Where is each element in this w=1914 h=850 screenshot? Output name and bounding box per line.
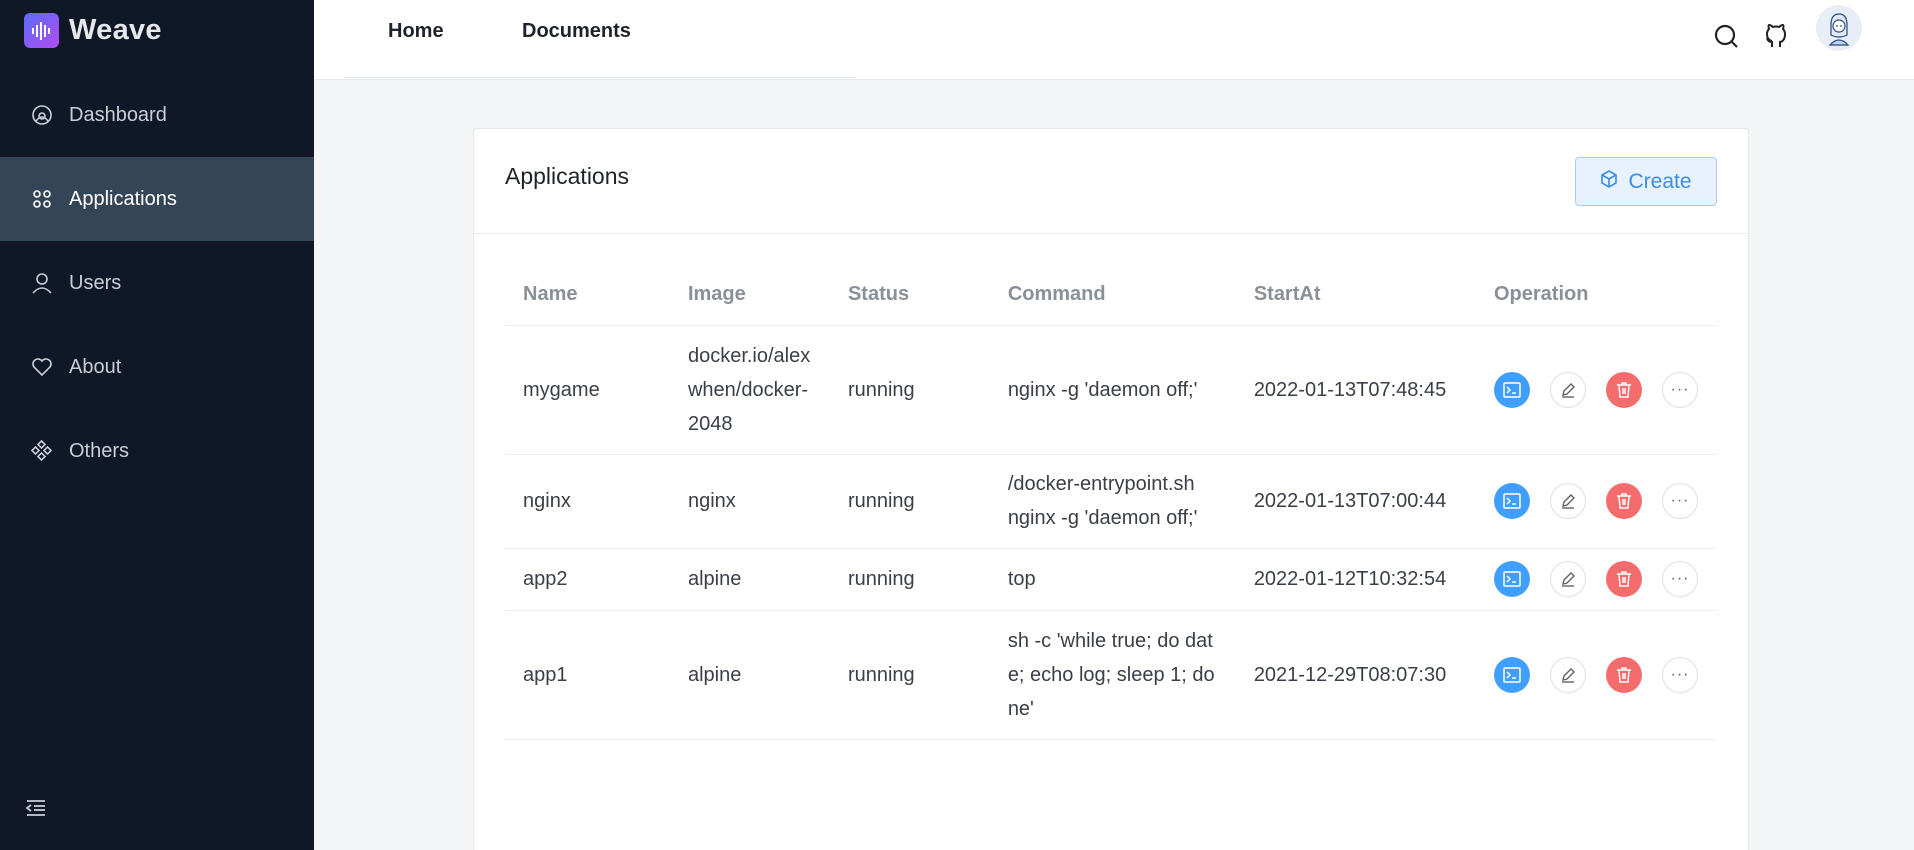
terminal-button[interactable] — [1493, 371, 1530, 408]
top-bar: Home Documents — [314, 0, 1914, 80]
brand-name: Weave — [69, 14, 162, 46]
cell-command-text: sh -c 'while true; do date; echo log; sl… — [1007, 629, 1215, 720]
github-icon[interactable] — [1762, 22, 1790, 50]
cell-image: docker.io/alexwhen/docker-2048 — [669, 325, 830, 455]
cell-name: nginx — [505, 454, 670, 549]
cube-icon — [1600, 169, 1618, 194]
edit-button[interactable] — [1549, 483, 1586, 519]
terminal-button[interactable] — [1493, 561, 1530, 597]
cell-command: /docker-entrypoint.sh nginx -g 'daemon o… — [989, 454, 1236, 549]
cell-command-text: /docker-entrypoint.sh nginx -g 'daemon o… — [1007, 473, 1198, 529]
create-button-label: Create — [1628, 169, 1692, 193]
weave-logo-icon — [24, 13, 59, 48]
sidebar-item-users[interactable]: Users — [0, 241, 314, 325]
heart-icon — [31, 356, 53, 378]
cell-image: nginx — [669, 454, 830, 549]
terminal-button[interactable] — [1493, 656, 1530, 693]
terminal-button[interactable] — [1493, 483, 1530, 519]
cell-operations: ··· — [1475, 325, 1717, 455]
cell-start-at: 2022-01-13T07:48:45 — [1235, 325, 1476, 455]
cell-start-at: 2022-01-13T07:00:44 — [1235, 454, 1476, 549]
column-header-command[interactable]: Command — [989, 265, 1236, 326]
cell-start-at: 2022-01-12T10:32:54 — [1235, 548, 1476, 611]
create-button[interactable]: Create — [1575, 157, 1717, 206]
sidebar: Weave Dashboard Applications Users About… — [0, 0, 314, 850]
avatar[interactable] — [1816, 5, 1862, 51]
cell-operations: ··· — [1475, 548, 1717, 611]
edit-button[interactable] — [1549, 371, 1586, 408]
cell-name: app2 — [505, 548, 670, 611]
more-button[interactable]: ··· — [1661, 371, 1698, 408]
applications-table: Name Image Status Command StartAt Operat… — [505, 265, 1717, 740]
table-row: app2 alpine running top 2022-01-12T10:32… — [505, 548, 1717, 611]
sidebar-item-dashboard[interactable]: Dashboard — [0, 73, 314, 157]
brand[interactable]: Weave — [24, 13, 162, 48]
sidebar-nav: Dashboard Applications Users About Other… — [0, 73, 314, 493]
sidebar-item-about[interactable]: About — [0, 325, 314, 409]
cell-command: top — [989, 548, 1236, 611]
sidebar-item-label: Users — [69, 271, 122, 294]
sidebar-item-label: Applications — [69, 187, 177, 210]
user-icon — [31, 272, 53, 294]
dashboard-icon — [31, 104, 53, 126]
delete-button[interactable] — [1605, 483, 1642, 519]
sidebar-item-label: Others — [69, 439, 130, 462]
delete-button[interactable] — [1605, 561, 1642, 597]
cell-status: running — [829, 610, 990, 740]
cell-image: alpine — [669, 610, 830, 740]
cell-name: app1 — [505, 610, 670, 740]
search-icon[interactable] — [1712, 22, 1740, 50]
column-header-name[interactable]: Name — [505, 265, 670, 326]
cell-command: nginx -g 'daemon off;' — [989, 325, 1236, 455]
cell-status: running — [829, 548, 990, 611]
table-header-row: Name Image Status Command StartAt Operat… — [505, 265, 1717, 326]
others-icon — [31, 440, 53, 462]
cell-image: alpine — [669, 548, 830, 611]
cell-name: mygame — [505, 325, 670, 455]
applications-card: Applications Create Name Image Status Co… — [473, 128, 1749, 850]
applications-icon — [31, 188, 53, 210]
column-header-status[interactable]: Status — [829, 265, 990, 326]
tab-documents[interactable]: Documents — [522, 20, 631, 43]
cell-status: running — [829, 325, 990, 455]
edit-button[interactable] — [1549, 656, 1586, 693]
card-header: Applications Create — [474, 129, 1748, 234]
cell-start-at: 2021-12-29T08:07:30 — [1235, 610, 1476, 740]
cell-operations: ··· — [1475, 610, 1717, 740]
edit-button[interactable] — [1549, 561, 1586, 597]
delete-button[interactable] — [1605, 656, 1642, 693]
header-tabs: Home Documents — [344, 0, 856, 78]
app-root: Weave Dashboard Applications Users About… — [0, 0, 1914, 850]
sidebar-item-applications[interactable]: Applications — [0, 157, 314, 241]
page-title: Applications — [505, 163, 630, 189]
column-header-startat[interactable]: StartAt — [1235, 265, 1476, 326]
cell-command: sh -c 'while true; do date; echo log; sl… — [989, 610, 1236, 740]
sidebar-item-others[interactable]: Others — [0, 409, 314, 493]
tab-home[interactable]: Home — [388, 20, 444, 43]
column-header-image[interactable]: Image — [669, 265, 830, 326]
sidebar-item-label: About — [69, 355, 122, 378]
table-row: nginx nginx running /docker-entrypoint.s… — [505, 454, 1717, 549]
more-button[interactable]: ··· — [1661, 656, 1698, 693]
cell-image-text: docker.io/alexwhen/docker-2048 — [687, 344, 811, 435]
cell-status: running — [829, 454, 990, 549]
cell-operations: ··· — [1475, 454, 1717, 549]
table-row: mygame docker.io/alexwhen/docker-2048 ru… — [505, 325, 1717, 455]
more-button[interactable]: ··· — [1661, 561, 1698, 597]
more-button[interactable]: ··· — [1661, 483, 1698, 519]
delete-button[interactable] — [1605, 371, 1642, 408]
collapse-sidebar-icon[interactable] — [25, 798, 47, 820]
column-header-operation: Operation — [1475, 265, 1717, 326]
table-row: app1 alpine running sh -c 'while true; d… — [505, 610, 1717, 740]
sidebar-item-label: Dashboard — [69, 103, 167, 126]
